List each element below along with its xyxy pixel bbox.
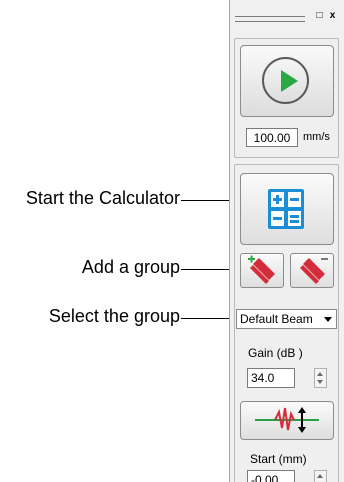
start-up-icon[interactable] (317, 474, 323, 478)
calculator-button[interactable] (240, 173, 334, 245)
ascan-icon (255, 407, 319, 433)
group-select[interactable]: Default Beam (236, 309, 337, 329)
group-select-value: Default Beam (240, 312, 313, 326)
start-stepper[interactable] (314, 470, 327, 482)
callout-add-group: Add a group (81, 257, 180, 277)
gain-down-icon[interactable] (317, 380, 323, 384)
gain-stepper[interactable] (314, 368, 327, 388)
callout-start-calculator: Start the Calculator (25, 188, 180, 208)
chevron-down-icon[interactable] (324, 317, 332, 322)
add-group-button[interactable] (240, 253, 284, 288)
restore-icon[interactable]: □ (314, 10, 325, 21)
start-label: Start (mm) (250, 452, 307, 466)
add-group-icon (248, 255, 275, 284)
callout-select-group: Select the group (48, 306, 180, 326)
calculator-icon (268, 189, 304, 229)
scan-speed-unit: mm/s (303, 131, 330, 143)
gain-label: Gain (dB ) (248, 346, 303, 360)
play-icon (262, 57, 309, 104)
ascan-button[interactable] (240, 401, 334, 440)
leader-select-group (181, 318, 236, 319)
panel-titlebar[interactable]: □ x (234, 10, 342, 22)
delete-group-button[interactable] (290, 253, 334, 288)
gain-up-icon[interactable] (317, 372, 323, 376)
delete-group-icon (300, 258, 328, 284)
gain-input[interactable]: 34.0 (247, 368, 295, 388)
tool-panel: □ x 100.00 mm/s Default Beam Gain (dB) … (229, 0, 344, 482)
close-icon[interactable]: x (327, 10, 338, 21)
panel-grip[interactable] (235, 16, 305, 22)
play-button[interactable] (240, 45, 334, 117)
scan-speed-input[interactable]: 100.00 (246, 128, 298, 147)
start-input[interactable]: -0.00 (247, 470, 295, 482)
